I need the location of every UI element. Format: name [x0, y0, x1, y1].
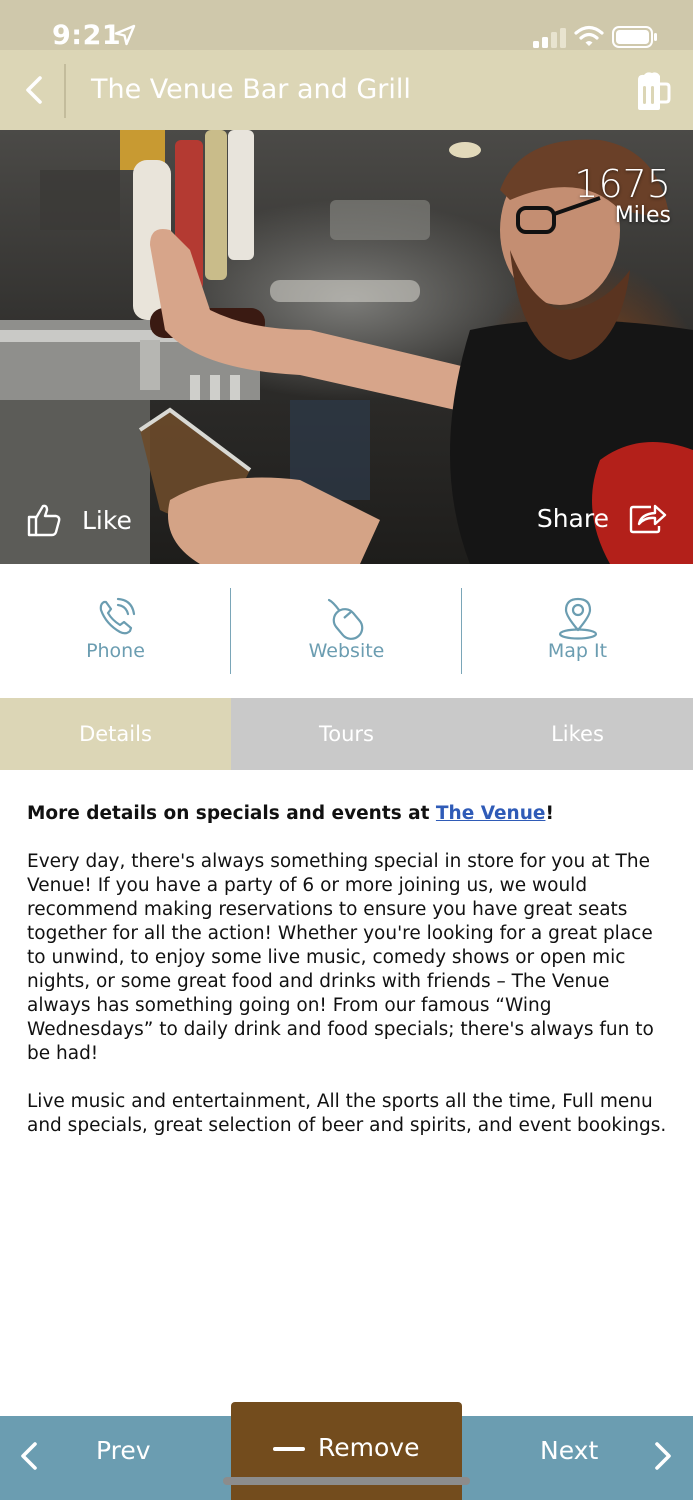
remove-button[interactable]: Remove — [231, 1402, 462, 1500]
tab-details[interactable]: Details — [0, 698, 231, 770]
action-divider — [230, 588, 231, 674]
status-time: 9:21 — [52, 20, 122, 51]
the-venue-link[interactable]: The Venue — [436, 803, 546, 824]
tab-likes[interactable]: Likes — [462, 698, 693, 770]
back-button[interactable] — [14, 70, 54, 110]
chevron-right-icon — [655, 1442, 671, 1470]
like-button[interactable]: Like — [26, 502, 132, 538]
share-arrow-icon — [629, 504, 667, 534]
page-title: The Venue Bar and Grill — [91, 74, 411, 105]
minus-icon — [273, 1447, 305, 1451]
wifi-icon — [574, 25, 604, 46]
action-divider — [461, 588, 462, 674]
home-indicator[interactable] — [223, 1477, 470, 1485]
lead-text: More details on specials and events at — [27, 803, 436, 824]
distance-unit: Miles — [614, 203, 671, 228]
remove-label: Remove — [318, 1433, 420, 1462]
distance-value: 1675 — [574, 162, 671, 206]
status-bar: 9:21 — [0, 0, 693, 51]
phone-button[interactable]: Phone — [0, 564, 231, 698]
tab-tours[interactable]: Tours — [231, 698, 462, 770]
details-lead: More details on specials and events at T… — [27, 802, 672, 826]
chevron-left-icon — [21, 1442, 37, 1470]
phone-label: Phone — [86, 640, 145, 662]
details-content: More details on specials and events at T… — [27, 802, 672, 1162]
prev-button[interactable]: Prev — [0, 1416, 231, 1500]
map-it-label: Map It — [547, 640, 608, 662]
next-label: Next — [540, 1436, 599, 1465]
chevron-left-icon — [26, 76, 42, 104]
beer-mug-icon[interactable] — [632, 70, 672, 112]
action-bar: Phone Website Map It — [0, 564, 693, 698]
website-button[interactable]: Website — [231, 564, 462, 698]
cellular-signal-icon — [533, 28, 566, 48]
thumbs-up-icon — [27, 504, 61, 537]
location-arrow-icon — [114, 24, 136, 46]
app-header: The Venue Bar and Grill — [0, 50, 693, 130]
phone-icon — [99, 597, 135, 635]
details-paragraph: Every day, there's always something spec… — [27, 851, 654, 1064]
mouse-icon — [327, 598, 363, 640]
hero-image: 1675 Miles Like Share — [0, 130, 693, 564]
lead-suffix: ! — [545, 803, 554, 824]
website-label: Website — [308, 640, 385, 662]
distance-readout: 1675 Miles — [574, 164, 671, 228]
header-divider — [64, 64, 66, 118]
share-label: Share — [536, 503, 609, 533]
prev-label: Prev — [96, 1436, 151, 1465]
next-button[interactable]: Next — [462, 1416, 693, 1500]
share-button[interactable]: Share — [537, 502, 667, 534]
like-label: Like — [82, 505, 132, 535]
battery-icon — [612, 26, 657, 48]
tab-bar: Details Tours Likes — [0, 698, 693, 770]
details-paragraph: Live music and entertainment, All the sp… — [27, 1091, 667, 1136]
map-pin-icon — [558, 597, 597, 640]
map-it-button[interactable]: Map It — [462, 564, 693, 698]
